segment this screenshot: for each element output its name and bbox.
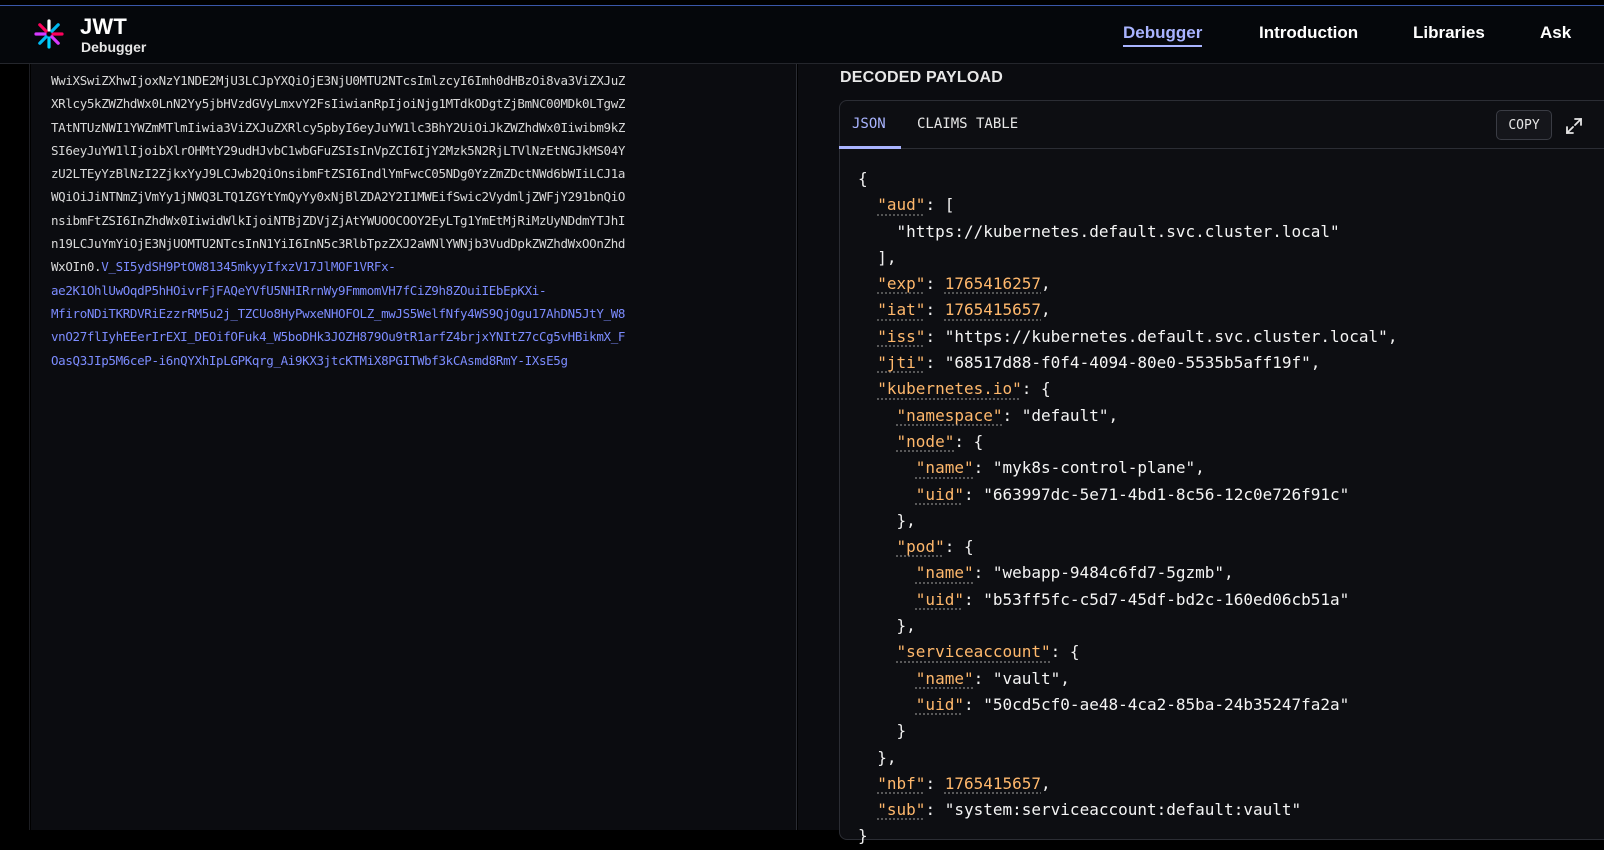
json-key: "uid"	[916, 590, 964, 609]
tab-json[interactable]: JSON	[852, 116, 886, 132]
json-value: "68517d88-f0f4-4094-80e0-5535b5aff19f"	[945, 353, 1311, 372]
jwt-logo-icon	[34, 19, 64, 49]
json-key: "iss"	[877, 327, 925, 346]
decoded-payload-title: DECODED PAYLOAD	[840, 69, 1003, 87]
json-key: "kubernetes.io"	[877, 379, 1022, 398]
token-payload-line: SI6eyJuYW1lIjoibXlrOHMtY29udHJvbC1wbGFuZ…	[51, 143, 625, 158]
json-key: "exp"	[877, 274, 925, 293]
json-value: "https://kubernetes.default.svc.cluster.…	[897, 222, 1340, 241]
token-payload-line: n19LCJuYmYiOjE3NjUOMTU2NTcsInN1YiI6InN5c…	[51, 236, 625, 251]
token-signature-line: MfiroNDiTKRDVRiEzzrRM5u2j_TZCUo8HyPwxeNH…	[51, 306, 625, 321]
token-payload-line: XRlcy5kZWZhdWx0LnN2Yy5jbHVzdGVyLmxvY2FsI…	[51, 96, 625, 111]
brand-title: JWT	[80, 14, 127, 40]
nav-libraries[interactable]: Libraries	[1413, 23, 1485, 43]
app-header: JWT Debugger Debugger Introduction Libra…	[0, 6, 1604, 64]
json-value: "system:serviceaccount:default:vault"	[945, 800, 1301, 819]
token-signature-line: vnO27flIyhEEerIrEXI_DEOifOFuk4_W5boDHk3J…	[51, 329, 625, 344]
expand-icon[interactable]	[1563, 115, 1585, 137]
encoded-token-panel[interactable]: WwiXSwiZXhwIjoxNzY1NDE2MjU3LCJpYXQiOjE3N…	[31, 64, 797, 830]
nav-ask[interactable]: Ask	[1540, 23, 1571, 43]
token-signature-line: V_SI5ydSH9PtOW81345mkyyIfxzV17JlMOF1VRFx…	[101, 259, 395, 274]
json-key: "aud"	[877, 195, 925, 214]
json-key: "name"	[916, 563, 974, 582]
json-value: "https://kubernetes.default.svc.cluster.…	[945, 327, 1388, 346]
json-key: "uid"	[916, 485, 964, 504]
json-key: "namespace"	[897, 406, 1003, 425]
json-key: "name"	[916, 669, 974, 688]
nav-introduction[interactable]: Introduction	[1259, 23, 1358, 43]
encoded-token-text[interactable]: WwiXSwiZXhwIjoxNzY1NDE2MjU3LCJpYXQiOjE3N…	[51, 69, 771, 372]
token-payload-line: WlkIjoiNTBjZDVjZjAtYWUOOCOOY2EyLTg1YmEtM…	[223, 213, 625, 228]
nav-debugger[interactable]: Debugger	[1123, 23, 1202, 47]
json-value: "webapp-9484c6fd7-5gzmb"	[993, 563, 1224, 582]
json-key: "node"	[897, 432, 955, 451]
json-key: "name"	[916, 458, 974, 477]
json-key: "jti"	[877, 353, 925, 372]
json-value: "default"	[1022, 406, 1109, 425]
token-payload-line: WQiOiJiNTNmZjVmYy1jNWQ3LTQ1ZGYtYmQyYy0xN…	[51, 189, 625, 204]
json-value: "myk8s-control-plane"	[993, 458, 1195, 477]
json-value: "vault"	[993, 669, 1060, 688]
json-value: "b53ff5fc-c5d7-45df-bd2c-160ed06cb51a"	[983, 590, 1349, 609]
left-gutter	[0, 64, 30, 830]
token-payload-line: WwiXSwiZXhwIjoxNzY1NDE2MjU3LCJpYXQiOjE3N…	[51, 73, 625, 88]
json-value: 1765415657	[945, 774, 1041, 793]
json-key: "sub"	[877, 800, 925, 819]
active-tab-indicator	[839, 146, 901, 149]
copy-button[interactable]: COPY	[1496, 110, 1552, 140]
json-value: "50cd5cf0-ae48-4ca2-85ba-24b35247fa2a"	[983, 695, 1349, 714]
token-signature-line: ae2K1OhlUwOqdP5hHOivrFjFAQeYVfU5NHIRrnWy…	[51, 283, 546, 298]
json-value: "663997dc-5e71-4bd1-8c56-12c0e726f91c"	[983, 485, 1349, 504]
json-key: "nbf"	[877, 774, 925, 793]
json-key: "serviceaccount"	[897, 642, 1051, 661]
json-key: "uid"	[916, 695, 964, 714]
json-key: "pod"	[897, 537, 945, 556]
decoded-json[interactable]: { "aud": [ "https://kubernetes.default.s…	[858, 166, 1397, 850]
token-payload-line: WxOIn0.	[51, 259, 101, 274]
token-payload-line: nsibmFtZSI6InZhdWx0Iiwid	[51, 213, 223, 228]
json-key: "iat"	[877, 300, 925, 319]
token-signature-line: OasQ3JIp5M6ceP-i6nQYXhIpLGPKqrg_Ai9KX3jt…	[51, 353, 568, 368]
tab-claims-table[interactable]: CLAIMS TABLE	[917, 116, 1018, 132]
brand-subtitle: Debugger	[81, 39, 146, 55]
json-value: 1765416257	[945, 274, 1041, 293]
token-payload-line: zU2LTEyYzBlNzI2ZjkxYyJ9LCJwb2QiOnsibmFtZ…	[51, 166, 625, 181]
json-value: 1765415657	[945, 300, 1041, 319]
token-payload-line: TAtNTUzNWI1YWZmMTlmIiwia3ViZXJuZXRlcy5pb…	[51, 120, 625, 135]
